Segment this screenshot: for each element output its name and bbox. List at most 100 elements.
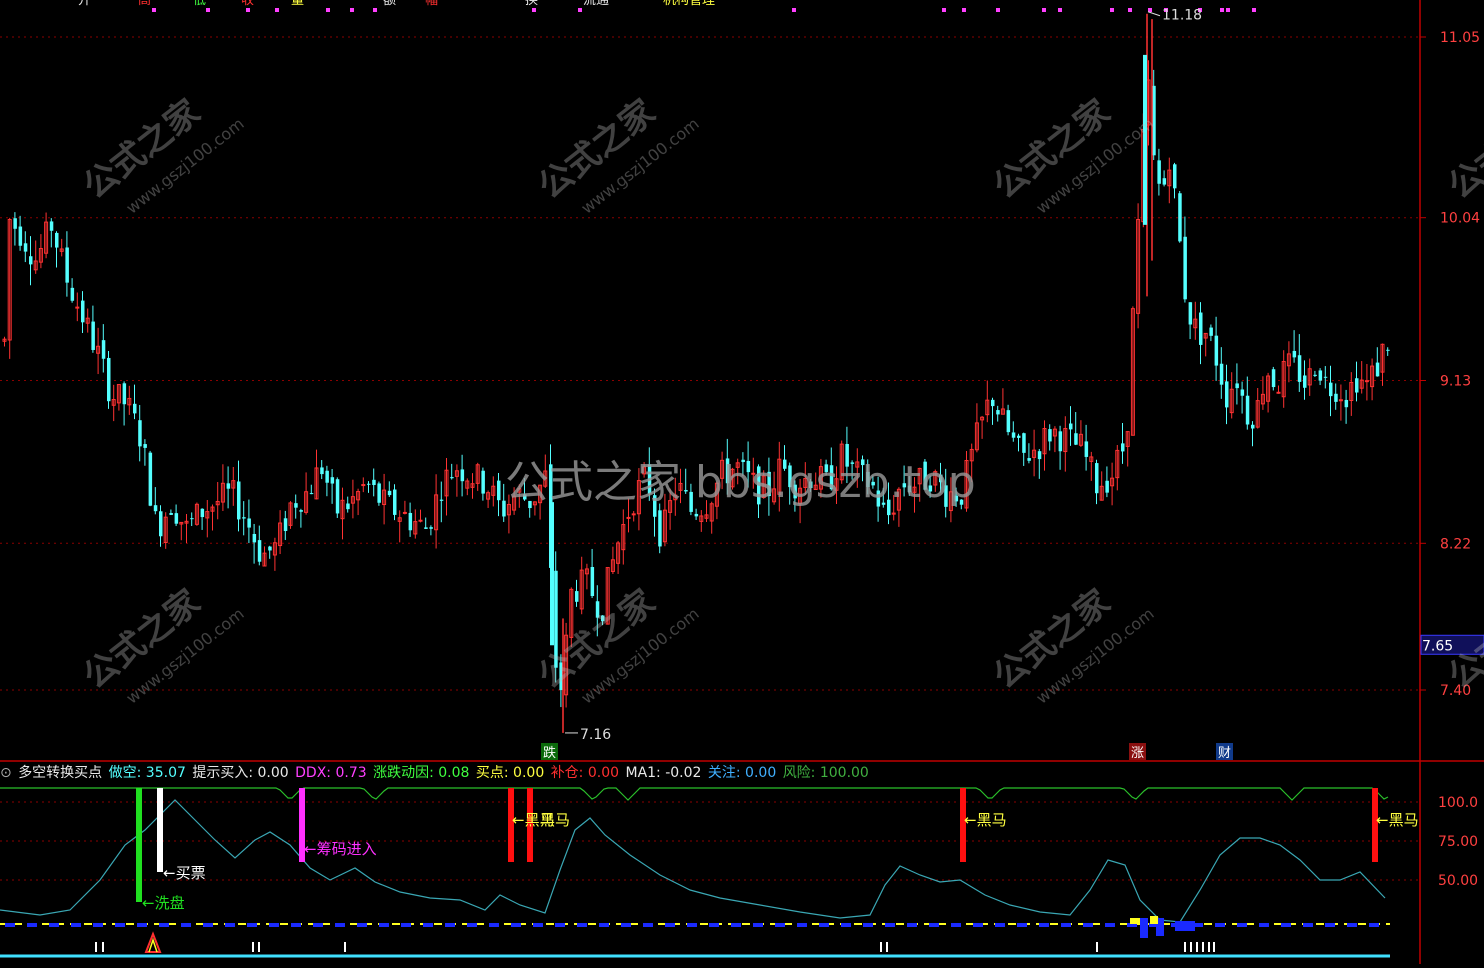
candle-body bbox=[626, 516, 631, 519]
blue-tick-block bbox=[753, 923, 763, 927]
top-marker-dot bbox=[275, 8, 279, 12]
candle-body bbox=[294, 503, 298, 508]
candle-body bbox=[996, 410, 1000, 415]
candle-body bbox=[283, 518, 288, 531]
candle-body bbox=[75, 306, 80, 309]
blue-tick-block bbox=[225, 923, 235, 927]
blue-tick-block bbox=[115, 923, 125, 927]
top-marker-dot bbox=[1220, 8, 1224, 12]
blue-tick-block bbox=[533, 923, 543, 927]
wash-signal-bar bbox=[136, 788, 142, 902]
top-marker-dot bbox=[1042, 8, 1046, 12]
candle-body bbox=[101, 340, 106, 359]
candle-body bbox=[1121, 443, 1125, 452]
candle-body bbox=[1188, 302, 1193, 325]
candle-body bbox=[70, 287, 75, 301]
candle-body bbox=[1095, 463, 1099, 494]
top-marker-dot bbox=[206, 8, 210, 12]
candle-body bbox=[159, 511, 163, 537]
candle-body bbox=[190, 518, 194, 520]
candle-body bbox=[1297, 355, 1302, 382]
candle-body bbox=[1375, 362, 1380, 377]
indicator-title[interactable]: 多空转换买点 bbox=[18, 765, 102, 781]
candle-body bbox=[299, 510, 303, 512]
candle-body bbox=[268, 546, 272, 551]
candle-body bbox=[1173, 164, 1177, 189]
candle-body bbox=[1084, 441, 1089, 457]
top-strip-label: 机构管理 bbox=[663, 0, 715, 8]
watermark-tile: 公式之家www.gszj100.com bbox=[76, 92, 248, 218]
candle-body bbox=[1027, 458, 1031, 461]
top-strip-label: 额 bbox=[383, 0, 396, 8]
low-price-label: 7.16 bbox=[580, 727, 611, 743]
blue-tick-block bbox=[621, 923, 631, 927]
blue-tick-block bbox=[511, 923, 521, 927]
chart-canvas: 11.0510.049.138.227.407.65开高低收量额幅换流通 机构管理… bbox=[0, 0, 1484, 964]
candle-body bbox=[1022, 433, 1026, 453]
event-marker-finance: 财 bbox=[1218, 746, 1231, 761]
blue-tick-block bbox=[731, 923, 741, 927]
blue-tick-block bbox=[1215, 923, 1225, 927]
indicator-tick-label: 75.00 bbox=[1438, 834, 1478, 850]
candle-body bbox=[1209, 327, 1213, 336]
candle-body bbox=[1219, 363, 1224, 385]
blue-tick-block bbox=[1303, 923, 1313, 927]
chart-stage: 11.05 10.04 9.13 8.22 7.40 7.65 开高低收量额幅换流通 机构管理… bbox=[0, 0, 1484, 964]
price-tick-label: 8.22 bbox=[1440, 536, 1471, 552]
top-strip-label: 开 bbox=[78, 0, 91, 8]
candle-body bbox=[1251, 424, 1255, 429]
blue-tick-block bbox=[357, 923, 367, 927]
candle-body bbox=[81, 300, 85, 323]
candle-body bbox=[1386, 349, 1390, 351]
blue-tick-block bbox=[71, 923, 81, 927]
warning-icon bbox=[144, 931, 162, 953]
candle-body bbox=[1017, 435, 1021, 438]
oscillator-line bbox=[0, 799, 1386, 923]
indicator-field: 风险: 100.00 bbox=[782, 765, 869, 781]
indicator-tick-label: 100.0 bbox=[1438, 795, 1478, 811]
candle-body bbox=[1048, 429, 1052, 442]
candle-body bbox=[481, 470, 485, 494]
blue-tick-block bbox=[49, 923, 59, 927]
candle-body bbox=[1199, 312, 1203, 345]
candle-body bbox=[1037, 451, 1042, 460]
candle-body bbox=[1334, 393, 1338, 402]
indicator-field: 补仓: 0.00 bbox=[550, 765, 624, 781]
blue-tick-block bbox=[775, 923, 785, 927]
candle-body bbox=[143, 444, 147, 448]
blue-tick-block bbox=[159, 923, 169, 927]
candle-body bbox=[367, 483, 371, 485]
cluster-block bbox=[1175, 921, 1195, 931]
candle-body bbox=[408, 512, 413, 531]
candle-body bbox=[450, 477, 454, 479]
indicator-tick-label: 50.00 bbox=[1438, 873, 1478, 889]
candle-body bbox=[575, 591, 579, 602]
top-strip-label: 流通 bbox=[583, 0, 609, 8]
top-marker-dot bbox=[1058, 8, 1062, 12]
indicator-collapse-icon[interactable]: ⊙ bbox=[0, 765, 12, 781]
candle-body bbox=[226, 483, 231, 489]
blue-tick-block bbox=[1017, 923, 1027, 927]
blue-tick-block bbox=[1105, 923, 1115, 927]
indicator-fields: 做空: 35.07 提示买入: 0.00 DDX: 0.73 涨跌动因: 0.0… bbox=[109, 765, 871, 781]
darkhorse-signal-label-4: ←黑马 bbox=[1376, 811, 1419, 829]
blue-tick-block bbox=[1369, 923, 1379, 927]
top-marker-dot bbox=[996, 8, 1000, 12]
candle-body bbox=[377, 483, 381, 503]
indicator-field: 做空: 35.07 bbox=[108, 765, 191, 781]
candle-body bbox=[237, 481, 241, 520]
candle-body bbox=[122, 383, 127, 405]
candle-body bbox=[1058, 431, 1063, 452]
top-marker-dot bbox=[1252, 8, 1256, 12]
blue-tick-block bbox=[401, 923, 411, 927]
cluster-block bbox=[1150, 916, 1158, 924]
watermark-tile-title: 公式之家 bbox=[1441, 92, 1484, 207]
blue-tick-block bbox=[995, 923, 1005, 927]
indicator-field: 提示买入: 0.00 bbox=[192, 765, 294, 781]
watermark-tile: 公式之家www.gszj100.com bbox=[1441, 92, 1484, 207]
blue-tick-block bbox=[951, 923, 961, 927]
candle-body bbox=[320, 467, 324, 475]
candle-body bbox=[1271, 369, 1276, 388]
indicator-field: 涨跌动因: 0.08 bbox=[373, 765, 474, 781]
blue-tick-block bbox=[1347, 923, 1357, 927]
